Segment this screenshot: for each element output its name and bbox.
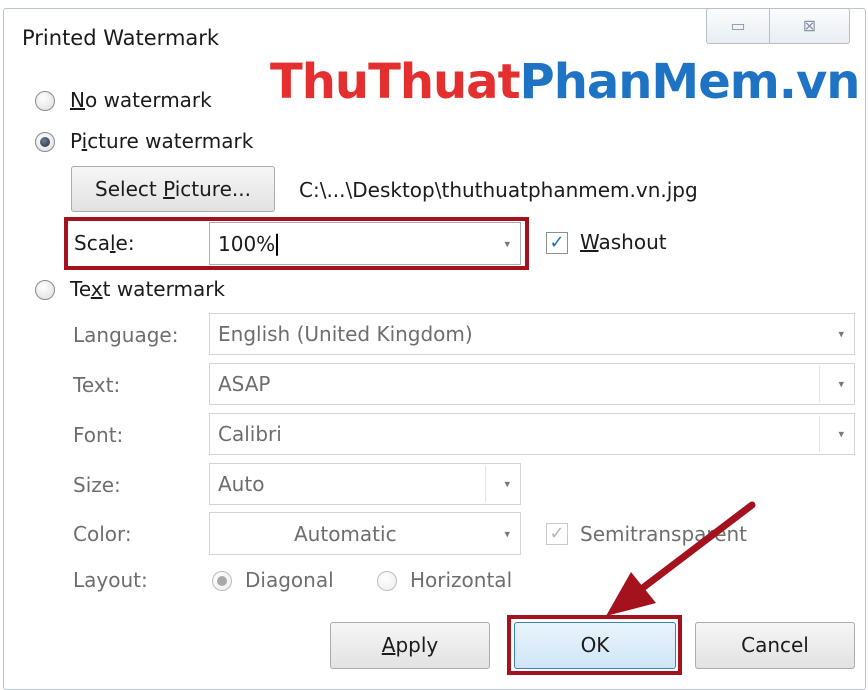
annotation-arrow-icon xyxy=(606,501,756,616)
printed-watermark-dialog: Printed Watermark ▭ ⊠ ThuThuatPhanMem.vn… xyxy=(0,0,868,690)
